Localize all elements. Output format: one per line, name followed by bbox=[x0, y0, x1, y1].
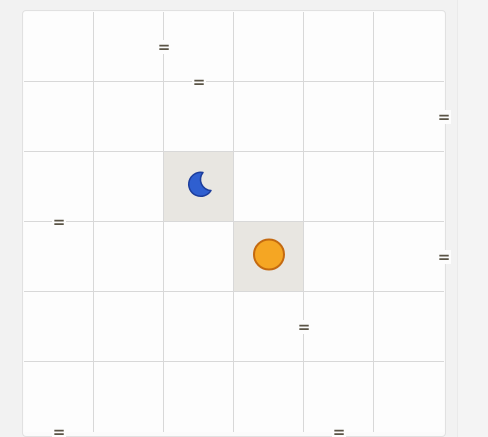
board-cell-r2-c4[interactable] bbox=[304, 152, 374, 222]
board-cell-r3-c2[interactable] bbox=[164, 222, 234, 292]
puzzle-board: = = = = = = = = bbox=[24, 12, 451, 437]
board-cell-r4-c2[interactable] bbox=[164, 292, 234, 362]
board-cell-r5-c4[interactable] bbox=[304, 362, 374, 432]
board-cell-r1-c4[interactable] bbox=[304, 82, 374, 152]
equal-constraint-1: = bbox=[157, 37, 171, 56]
equal-constraint-5: = bbox=[297, 317, 311, 336]
board-cell-r5-c2[interactable] bbox=[164, 362, 234, 432]
board-cell-r4-c1[interactable] bbox=[94, 292, 164, 362]
board-cell-r0-c2[interactable] bbox=[164, 12, 234, 82]
board-cell-r0-c3[interactable] bbox=[234, 12, 304, 82]
equal-constraint-4: = bbox=[437, 247, 451, 266]
board-cell-r2-c1[interactable] bbox=[94, 152, 164, 222]
board-cell-r3-c4[interactable] bbox=[304, 222, 374, 292]
board-cell-r4-c3[interactable] bbox=[234, 292, 304, 362]
board-cell-r3-c5[interactable] bbox=[374, 222, 444, 292]
board-cell-r1-c1[interactable] bbox=[94, 82, 164, 152]
moon-icon bbox=[183, 168, 215, 205]
board-cell-r2-c0[interactable] bbox=[24, 152, 94, 222]
board-cell-r2-c2[interactable] bbox=[164, 152, 234, 222]
board-cell-r1-c3[interactable] bbox=[234, 82, 304, 152]
board-cell-r1-c5[interactable] bbox=[374, 82, 444, 152]
equal-constraint-7: = bbox=[332, 422, 346, 437]
board-cell-r3-c3[interactable] bbox=[234, 222, 304, 292]
equal-constraint-0: = bbox=[192, 72, 206, 91]
board-cell-r5-c3[interactable] bbox=[234, 362, 304, 432]
equal-constraint-2: = bbox=[437, 107, 451, 126]
board-cell-r4-c4[interactable] bbox=[304, 292, 374, 362]
board-cell-r0-c0[interactable] bbox=[24, 12, 94, 82]
board-cell-r0-c1[interactable] bbox=[94, 12, 164, 82]
board-cell-r5-c0[interactable] bbox=[24, 362, 94, 432]
board-cell-r2-c3[interactable] bbox=[234, 152, 304, 222]
game-app: = = = = = = = = bbox=[0, 0, 488, 437]
board-cell-r2-c5[interactable] bbox=[374, 152, 444, 222]
equal-constraint-3: = bbox=[52, 212, 66, 231]
board-cell-r4-c0[interactable] bbox=[24, 292, 94, 362]
board-cell-r0-c5[interactable] bbox=[374, 12, 444, 82]
board-cell-r5-c1[interactable] bbox=[94, 362, 164, 432]
board-cell-r3-c0[interactable] bbox=[24, 222, 94, 292]
board-cell-r0-c4[interactable] bbox=[304, 12, 374, 82]
sun-icon bbox=[252, 237, 286, 276]
board-cell-r1-c0[interactable] bbox=[24, 82, 94, 152]
right-edge-panel bbox=[457, 0, 488, 437]
board-cell-r3-c1[interactable] bbox=[94, 222, 164, 292]
board-cell-r1-c2[interactable] bbox=[164, 82, 234, 152]
equal-constraint-6: = bbox=[52, 422, 66, 437]
board-cell-r4-c5[interactable] bbox=[374, 292, 444, 362]
board-cell-r5-c5[interactable] bbox=[374, 362, 444, 432]
